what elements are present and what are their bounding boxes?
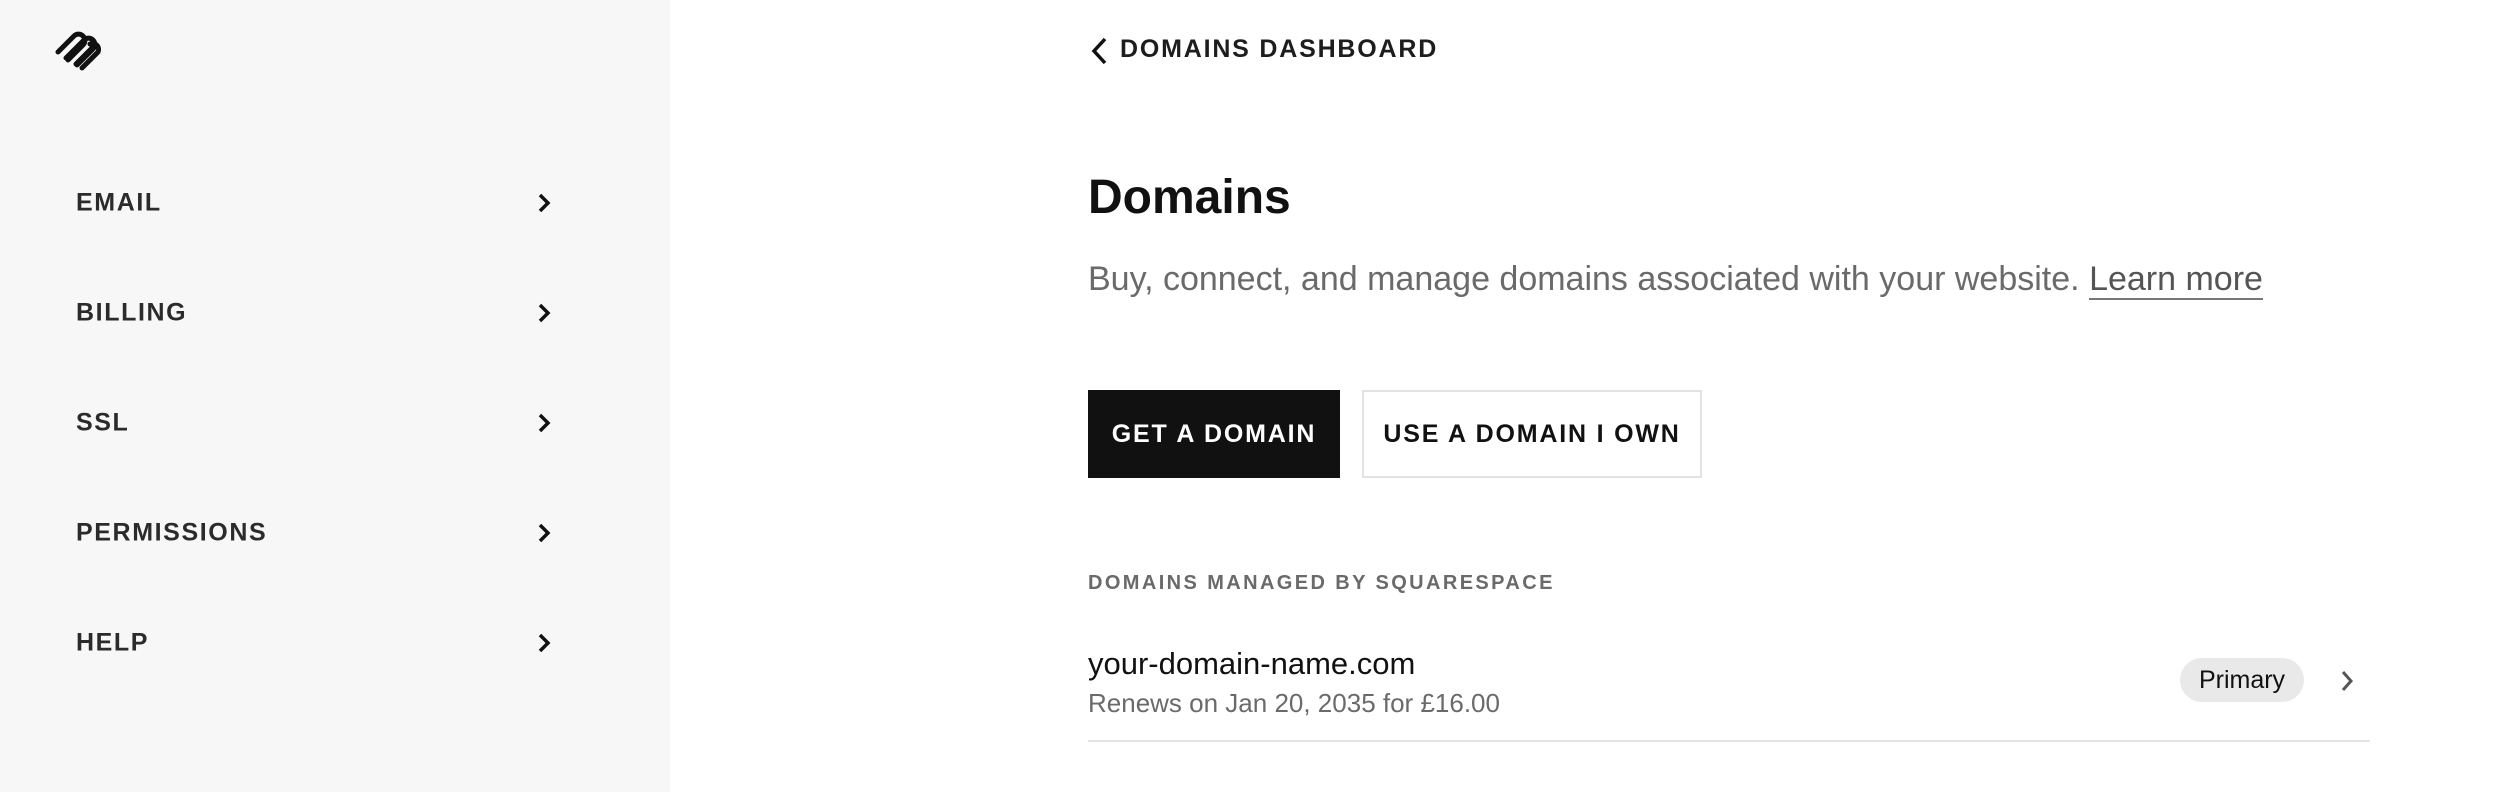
- sidebar: EMAIL BILLING SSL PERMISSIONS HELP: [0, 0, 670, 792]
- chevron-right-icon: [2341, 671, 2354, 691]
- sidebar-item-ssl[interactable]: SSL: [0, 388, 670, 458]
- get-a-domain-button[interactable]: GET A DOMAIN: [1088, 390, 1340, 478]
- sidebar-item-permissions[interactable]: PERMISSIONS: [0, 498, 670, 568]
- sidebar-item-label: PERMISSIONS: [76, 518, 268, 547]
- back-link-label: DOMAINS DASHBOARD: [1120, 35, 1439, 63]
- page-title: Domains: [1088, 171, 1291, 224]
- chevron-left-icon: [1091, 37, 1107, 65]
- chevron-right-icon: [538, 413, 551, 433]
- sidebar-item-label: EMAIL: [76, 188, 162, 217]
- domain-renewal-info: Renews on Jan 20, 2035 for £16.00: [1088, 688, 1500, 718]
- sidebar-item-label: SSL: [76, 408, 130, 437]
- chevron-right-icon: [538, 523, 551, 543]
- domain-list-item[interactable]: your-domain-name.com Renews on Jan 20, 2…: [1088, 636, 2370, 742]
- page-description: Buy, connect, and manage domains associa…: [1088, 260, 2263, 300]
- use-a-domain-i-own-button[interactable]: USE A DOMAIN I OWN: [1362, 390, 1702, 478]
- squarespace-logo-icon[interactable]: [52, 26, 112, 74]
- sidebar-item-email[interactable]: EMAIL: [0, 168, 670, 238]
- primary-badge: Primary: [2180, 658, 2304, 702]
- sidebar-item-billing[interactable]: BILLING: [0, 278, 670, 348]
- sidebar-item-label: BILLING: [76, 298, 188, 327]
- chevron-right-icon: [538, 303, 551, 323]
- sidebar-item-label: HELP: [76, 628, 150, 657]
- chevron-right-icon: [538, 633, 551, 653]
- section-heading: DOMAINS MANAGED BY SQUARESPACE: [1088, 572, 1555, 594]
- description-text: Buy, connect, and manage domains associa…: [1088, 260, 2080, 298]
- learn-more-link[interactable]: Learn more: [2089, 260, 2263, 300]
- chevron-right-icon: [538, 193, 551, 213]
- domain-name: your-domain-name.com: [1088, 646, 1416, 681]
- sidebar-item-help[interactable]: HELP: [0, 608, 670, 678]
